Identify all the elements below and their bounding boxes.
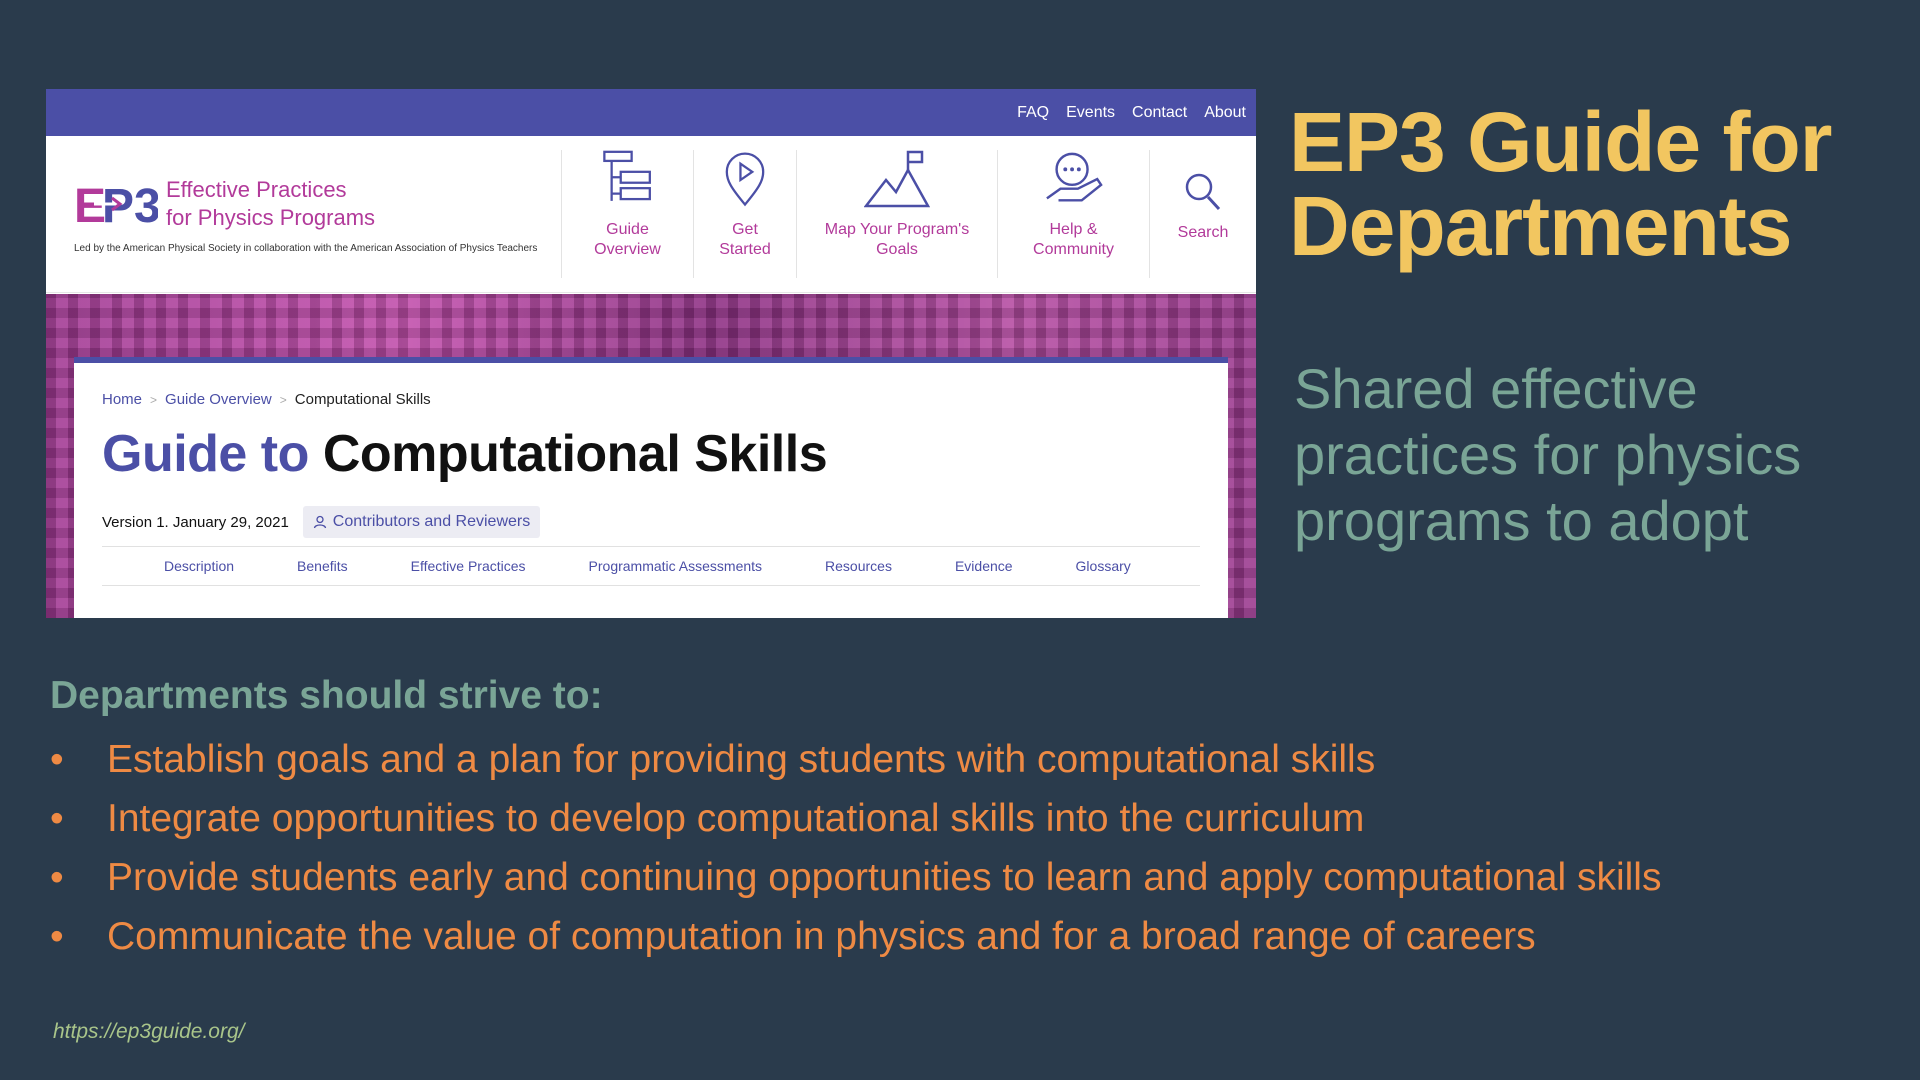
source-url[interactable]: https://ep3guide.org/ <box>53 1020 244 1044</box>
guide-overview-icon <box>602 150 651 201</box>
breadcrumb-current: Computational Skills <box>294 391 431 408</box>
breadcrumb-guide-link[interactable]: Guide Overview <box>165 391 272 408</box>
slide-title-line1: EP3 Guide for <box>1289 95 1832 189</box>
tab-evidence[interactable]: Evidence <box>955 558 1013 574</box>
nav-guide-label-2: Overview <box>594 241 661 258</box>
nav-contact-link[interactable]: Contact <box>1132 104 1187 122</box>
version-label: Version 1. January 29, 2021 <box>102 513 289 531</box>
tab-benefits[interactable]: Benefits <box>297 558 348 574</box>
section-tabs: Description Benefits Effective Practices… <box>102 546 1200 586</box>
nav-get-started[interactable]: Get Started <box>693 150 796 278</box>
page-title: Guide to Computational Skills <box>102 426 1200 482</box>
page-title-prefix: Guide to <box>102 425 309 483</box>
main-nav: Guide Overview Get Started Map Your Prog… <box>561 136 1256 292</box>
nav-help-label-1: Help & <box>1049 221 1098 238</box>
slide-subtitle: Shared effective practices for physics p… <box>1294 357 1802 552</box>
breadcrumb-home-link[interactable]: Home <box>102 391 142 408</box>
tab-effective-practices[interactable]: Effective Practices <box>411 558 526 574</box>
nav-search[interactable]: Search <box>1149 150 1256 278</box>
strive-heading: Departments should strive to: <box>50 674 603 717</box>
page-meta: Version 1. January 29, 2021 Contributors… <box>102 506 1200 538</box>
nav-help-label-2: Community <box>1033 241 1114 258</box>
nav-start-label-2: Started <box>719 241 771 258</box>
tab-description[interactable]: Description <box>164 558 234 574</box>
brand[interactable]: E P3 Effective Practices for Physics Pro… <box>46 136 561 292</box>
bullet-item: Integrate opportunities to develop compu… <box>50 789 1661 848</box>
nav-map-goals[interactable]: Map Your Program's Goals <box>796 150 997 278</box>
bullet-item: Establish goals and a plan for providing… <box>50 730 1661 789</box>
ep3-logo-icon: E P3 <box>74 180 158 232</box>
bullet-list: Establish goals and a plan for providing… <box>50 730 1661 966</box>
website-screenshot: FAQ Events Contact About E P3 Effective … <box>46 89 1256 618</box>
tab-glossary[interactable]: Glossary <box>1076 558 1131 574</box>
contributors-label: Contributors and Reviewers <box>332 513 531 530</box>
nav-about-link[interactable]: About <box>1204 104 1246 122</box>
brand-name-line1: Effective Practices <box>166 177 347 202</box>
breadcrumb-separator: > <box>279 392 287 407</box>
nav-map-label-2: Goals <box>876 241 918 258</box>
bullet-item: Communicate the value of computation in … <box>50 907 1661 966</box>
nav-help-community[interactable]: Help & Community <box>997 150 1149 278</box>
location-pin-icon <box>725 152 765 207</box>
mountain-flag-icon <box>864 150 930 208</box>
tab-resources[interactable]: Resources <box>825 558 892 574</box>
slide-title: EP3 Guide for Departments <box>1289 100 1899 268</box>
slide-title-line2: Departments <box>1289 179 1792 273</box>
masthead: E P3 Effective Practices for Physics Pro… <box>46 136 1256 293</box>
nav-map-label-1: Map Your Program's <box>824 221 970 238</box>
content-card: Home > Guide Overview > Computational Sk… <box>74 357 1228 618</box>
person-icon <box>313 515 326 529</box>
contributors-button[interactable]: Contributors and Reviewers <box>302 506 541 538</box>
bullet-item: Provide students early and continuing op… <box>50 848 1661 907</box>
top-nav: FAQ Events Contact About <box>46 89 1256 136</box>
nav-events-link[interactable]: Events <box>1066 104 1115 122</box>
brand-name-line2: for Physics Programs <box>166 205 376 230</box>
nav-search-label: Search <box>1177 224 1229 241</box>
nav-faq-link[interactable]: FAQ <box>1017 104 1049 122</box>
svg-text:P3: P3 <box>102 180 158 232</box>
nav-guide-label-1: Guide <box>606 221 649 238</box>
tab-programmatic-assessments[interactable]: Programmatic Assessments <box>589 558 763 574</box>
breadcrumb: Home > Guide Overview > Computational Sk… <box>102 391 1200 408</box>
help-hand-icon <box>1045 152 1103 202</box>
breadcrumb-separator: > <box>150 392 158 407</box>
nav-start-label-1: Get <box>732 221 758 238</box>
search-icon <box>1185 173 1221 211</box>
page-title-main: Computational Skills <box>322 425 828 483</box>
brand-tagline: Led by the American Physical Society in … <box>74 243 538 254</box>
nav-guide-overview[interactable]: Guide Overview <box>561 150 693 278</box>
